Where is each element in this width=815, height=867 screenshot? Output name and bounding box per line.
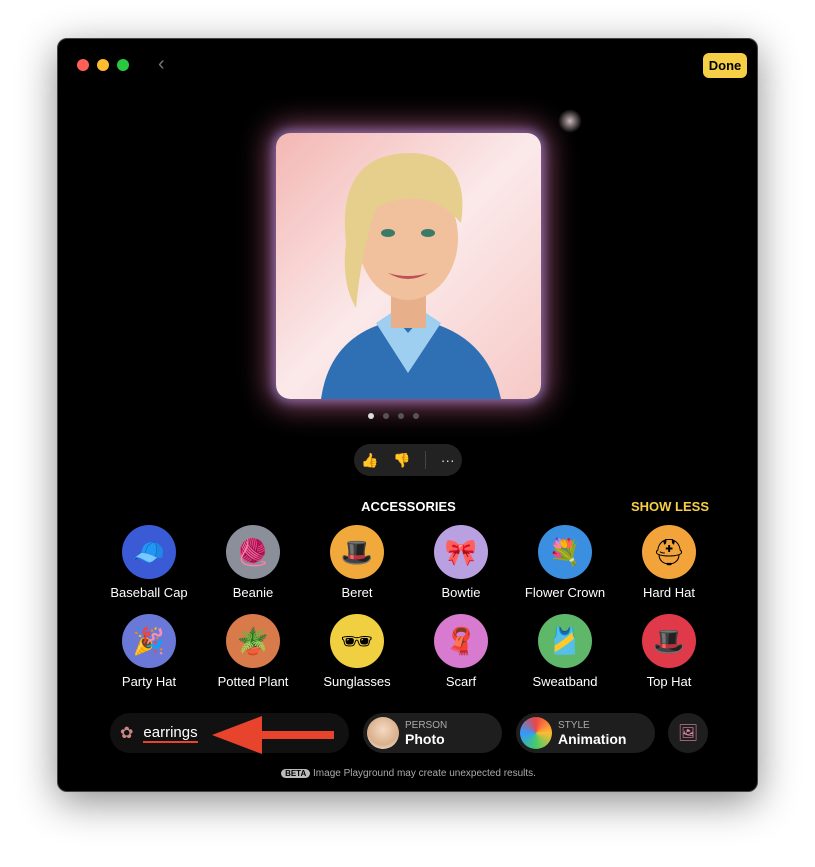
person-selector[interactable]: PERSON Photo <box>363 713 502 753</box>
generated-image[interactable] <box>276 133 541 399</box>
image-playground-icon: ✿ <box>120 725 134 742</box>
accessory-label: Bowtie <box>441 585 481 600</box>
accessory-item[interactable]: 💐 Flower Crown <box>513 525 617 600</box>
accessory-item[interactable]: 🎉 Party Hat <box>97 614 201 689</box>
accessory-item[interactable]: 🧢 Baseball Cap <box>97 525 201 600</box>
accessory-icon: 🎽 <box>538 614 592 668</box>
accessory-icon: 🪴 <box>226 614 280 668</box>
accessory-label: Flower Crown <box>524 585 606 600</box>
more-button[interactable]: ··· <box>441 452 455 468</box>
prompt-text[interactable]: earrings <box>143 724 198 743</box>
glow-orb <box>558 109 582 133</box>
image-playground-window: ‹ Done 👍 👎 ··· ACCESSORIES SHOW LESS 🧢 Ba… <box>57 38 758 792</box>
accessory-icon: 💐 <box>538 525 592 579</box>
disclaimer: BETA Image Playground may create unexpec… <box>58 768 759 779</box>
back-chevron-icon[interactable]: ‹ <box>158 53 165 76</box>
accessory-item[interactable]: 🎩 Top Hat <box>617 614 721 689</box>
feedback-pill: 👍 👎 ··· <box>354 444 462 476</box>
photos-icon: 🖼 <box>677 725 699 742</box>
accessory-label: Potted Plant <box>217 674 289 689</box>
annotation-arrow <box>212 716 334 754</box>
accessory-icon: 🎉 <box>122 614 176 668</box>
page-dot[interactable] <box>413 413 419 419</box>
accessory-icon: ⛑ <box>642 525 696 579</box>
close-button[interactable] <box>77 59 89 71</box>
accessory-label: Hard Hat <box>642 585 696 600</box>
done-button[interactable]: Done <box>703 53 747 78</box>
accessory-label: Beret <box>341 585 373 600</box>
minimize-button[interactable] <box>97 59 109 71</box>
page-dot[interactable] <box>368 413 374 419</box>
accessory-item[interactable]: 🧶 Beanie <box>201 525 305 600</box>
thumbs-up-icon[interactable]: 👍 <box>361 452 378 469</box>
style-caption: STYLE <box>558 719 590 731</box>
person-caption: PERSON <box>405 719 448 731</box>
accessory-icon: 🧶 <box>226 525 280 579</box>
accessory-item[interactable]: 🪴 Potted Plant <box>201 614 305 689</box>
accessory-label: Beanie <box>232 585 274 600</box>
page-dot[interactable] <box>383 413 389 419</box>
accessory-label: Sweatband <box>532 674 598 689</box>
accessory-item[interactable]: 🧣 Scarf <box>409 614 513 689</box>
accessory-label: Sunglasses <box>323 674 391 689</box>
accessory-item[interactable]: 🎩 Beret <box>305 525 409 600</box>
accessory-label: Baseball Cap <box>110 585 188 600</box>
page-indicator[interactable] <box>368 413 419 419</box>
accessory-label: Scarf <box>445 674 477 689</box>
style-thumbnail <box>520 717 552 749</box>
accessory-item[interactable]: ⛑ Hard Hat <box>617 525 721 600</box>
accessory-icon: 🎀 <box>434 525 488 579</box>
accessories-grid: 🧢 Baseball Cap 🧶 Beanie 🎩 Beret 🎀 Bowtie 💐 Flower… <box>97 525 721 689</box>
person-avatar <box>367 717 399 749</box>
show-less-button[interactable]: SHOW LESS <box>631 499 709 514</box>
beta-badge: BETA <box>281 769 311 778</box>
accessory-icon: 🧣 <box>434 614 488 668</box>
accessory-icon: 🎩 <box>642 614 696 668</box>
person-value: Photo <box>405 730 445 747</box>
zoom-button[interactable] <box>117 59 129 71</box>
accessory-item[interactable]: 🎀 Bowtie <box>409 525 513 600</box>
style-selector[interactable]: STYLE Animation <box>516 713 655 753</box>
accessory-icon: 🕶 <box>330 614 384 668</box>
accessory-icon: 🎩 <box>330 525 384 579</box>
disclaimer-text: Image Playground may create unexpected r… <box>313 768 536 779</box>
accessory-label: Top Hat <box>646 674 692 689</box>
accessory-item[interactable]: 🎽 Sweatband <box>513 614 617 689</box>
accessory-label: Party Hat <box>121 674 177 689</box>
photo-gallery-button[interactable]: 🖼 <box>668 713 708 753</box>
accessory-item[interactable]: 🕶 Sunglasses <box>305 614 409 689</box>
page-dot[interactable] <box>398 413 404 419</box>
style-value: Animation <box>558 730 627 747</box>
thumbs-down-icon[interactable]: 👎 <box>393 452 410 469</box>
accessory-icon: 🧢 <box>122 525 176 579</box>
divider <box>425 451 427 469</box>
